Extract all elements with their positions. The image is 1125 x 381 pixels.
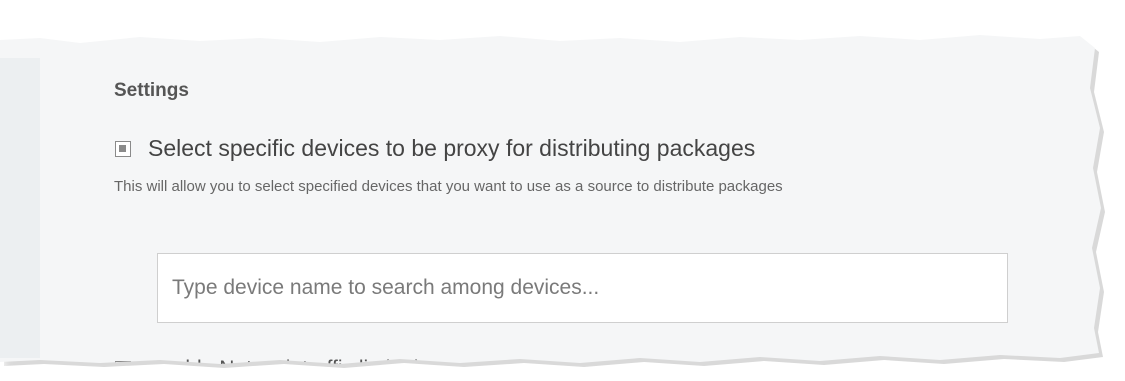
- screenshot-clip: Settings Select specific devices to be p…: [0, 0, 1125, 378]
- device-search-input[interactable]: [157, 253, 1008, 323]
- proxy-devices-checkbox[interactable]: [115, 141, 131, 157]
- section-title: Settings: [114, 80, 189, 101]
- settings-page: Settings Select specific devices to be p…: [0, 35, 1101, 364]
- left-nav-strip: [0, 58, 40, 358]
- proxy-devices-description: This will allow you to select specified …: [114, 178, 783, 195]
- proxy-devices-label[interactable]: Select specific devices to be proxy for …: [148, 135, 755, 162]
- settings-panel: Settings Select specific devices to be p…: [40, 58, 1090, 364]
